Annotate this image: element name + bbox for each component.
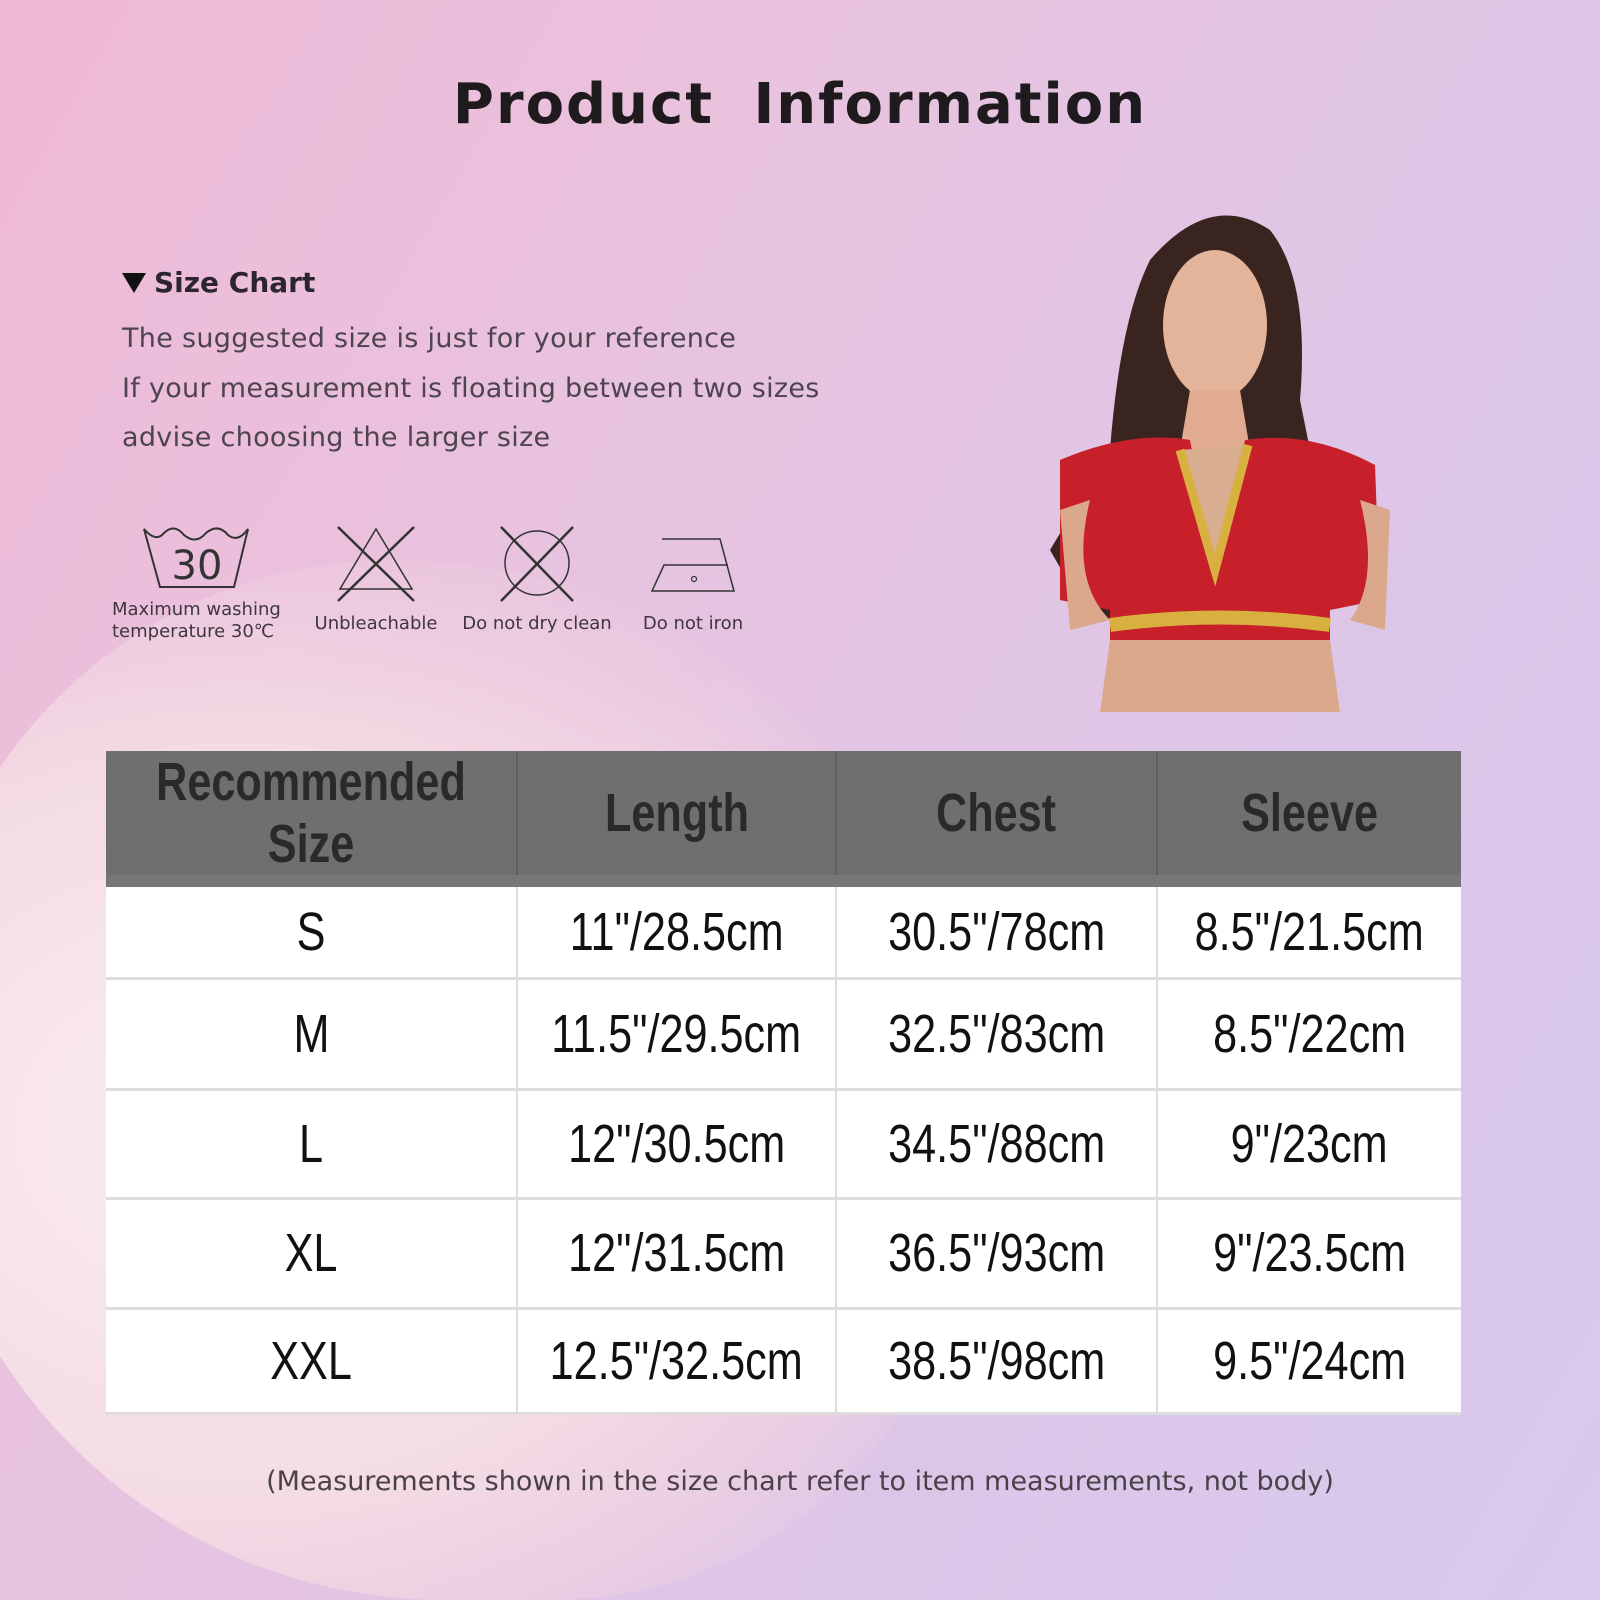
cell-size: S xyxy=(106,881,518,980)
cell-sleeve: 9.5"/24cm xyxy=(1157,1308,1461,1415)
cell-length: 12"/31.5cm xyxy=(517,1198,837,1310)
no-dry-clean-icon xyxy=(500,526,574,602)
cell-sleeve: 9"/23cm xyxy=(1157,1089,1461,1200)
page-title: Product Information xyxy=(452,72,1148,137)
no-iron-icon xyxy=(650,538,735,592)
no-bleach-icon xyxy=(337,526,415,602)
table-row: L 12"/30.5cm 34.5"/88cm 9"/23cm xyxy=(106,1089,1461,1200)
cell-chest: 30.5"/78cm xyxy=(836,881,1158,980)
size-chart-heading: Size Chart xyxy=(122,266,315,299)
care-label: temperature 30℃ xyxy=(112,621,274,642)
care-bleach: Unbleachable xyxy=(306,525,446,635)
cell-sleeve: 8.5"/21.5cm xyxy=(1157,881,1461,980)
header-size: Recommended Size xyxy=(106,751,518,887)
cell-size: M xyxy=(106,978,518,1091)
note-line: advise choosing the larger size xyxy=(122,422,551,453)
table-row: XXL 12.5"/32.5cm 38.5"/98cm 9.5"/24cm xyxy=(106,1308,1461,1415)
wash-30-icon: 30 xyxy=(143,527,249,589)
care-label: Do not iron xyxy=(642,613,744,634)
cell-sleeve: 8.5"/22cm xyxy=(1157,978,1461,1091)
care-label: Do not dry clean xyxy=(462,613,612,634)
care-iron: Do not iron xyxy=(628,525,758,635)
care-wash: 30 Maximum washing temperature 30℃ xyxy=(112,525,284,643)
triangle-down-icon xyxy=(122,272,146,293)
cell-length: 11"/28.5cm xyxy=(517,881,837,980)
table-row: S 11"/28.5cm 30.5"/78cm 8.5"/21.5cm xyxy=(106,881,1461,980)
table-row: M 11.5"/29.5cm 32.5"/83cm 8.5"/22cm xyxy=(106,978,1461,1091)
header-chest: Chest xyxy=(836,751,1158,887)
header-sleeve: Sleeve xyxy=(1157,751,1461,887)
cell-chest: 34.5"/88cm xyxy=(836,1089,1158,1200)
table-header-row: Recommended Size Length Chest Sleeve xyxy=(106,751,1461,887)
table-row: XL 12"/31.5cm 36.5"/93cm 9"/23.5cm xyxy=(106,1198,1461,1310)
cell-sleeve: 9"/23.5cm xyxy=(1157,1198,1461,1310)
cell-chest: 36.5"/93cm xyxy=(836,1198,1158,1310)
cell-chest: 38.5"/98cm xyxy=(836,1308,1158,1415)
care-label: Maximum washing xyxy=(112,599,281,620)
cell-length: 12.5"/32.5cm xyxy=(517,1308,837,1415)
header-length: Length xyxy=(517,751,837,887)
cell-size: L xyxy=(106,1089,518,1200)
model-photo xyxy=(1050,215,1390,712)
svg-text:30: 30 xyxy=(172,543,223,589)
footnote: (Measurements shown in the size chart re… xyxy=(266,1466,1334,1497)
cell-size: XL xyxy=(106,1198,518,1310)
note-line: If your measurement is floating between … xyxy=(122,373,820,404)
size-table: Recommended Size Length Chest Sleeve S 11… xyxy=(106,751,1461,1415)
note-line: The suggested size is just for your refe… xyxy=(122,323,737,354)
care-dry-clean: Do not dry clean xyxy=(462,525,612,635)
cell-length: 12"/30.5cm xyxy=(517,1089,837,1200)
size-chart-heading-label: Size Chart xyxy=(154,266,316,299)
cell-size: XXL xyxy=(106,1308,518,1415)
cell-chest: 32.5"/83cm xyxy=(836,978,1158,1091)
care-label: Unbleachable xyxy=(314,613,438,634)
cell-length: 11.5"/29.5cm xyxy=(517,978,837,1091)
